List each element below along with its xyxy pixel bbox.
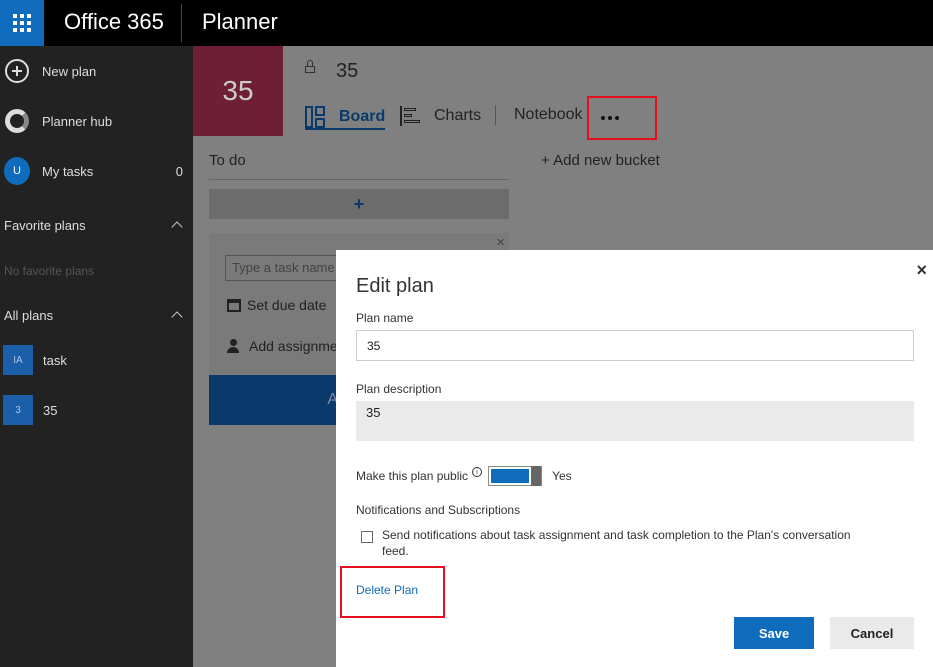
- new-plan-button[interactable]: New plan: [0, 56, 193, 86]
- header-divider: [181, 4, 182, 42]
- task-name-input[interactable]: Type a task name: [225, 255, 340, 281]
- plan-item-35[interactable]: 3 35: [0, 395, 193, 425]
- set-due-label: Set due date: [247, 297, 327, 313]
- charts-icon: [400, 106, 420, 126]
- all-plans-title: All plans: [4, 308, 54, 323]
- plan-badge: 35: [193, 46, 283, 136]
- lock-icon: [305, 60, 315, 73]
- more-icon: [601, 116, 619, 120]
- plan-name-input[interactable]: 35: [356, 330, 914, 361]
- plan-name-label: Plan name: [356, 311, 414, 325]
- cancel-button[interactable]: Cancel: [830, 617, 914, 649]
- tab-board-label: Board: [339, 108, 386, 125]
- public-state: Yes: [552, 469, 572, 483]
- bucket-title[interactable]: To do: [209, 152, 246, 169]
- add-bucket-button[interactable]: + Add new bucket: [541, 152, 660, 169]
- my-tasks-count: 0: [175, 163, 183, 179]
- close-icon[interactable]: ×: [916, 260, 927, 281]
- bucket-divider: [209, 179, 509, 180]
- plan-item-label: task: [43, 352, 67, 368]
- my-tasks-label: My tasks: [42, 163, 94, 179]
- plan-name: 35: [336, 60, 359, 82]
- top-bar: Office 365 Planner: [0, 0, 933, 46]
- my-tasks-link[interactable]: U My tasks 0: [0, 156, 193, 186]
- app-launcher-icon[interactable]: [0, 0, 44, 46]
- plan-description-label: Plan description: [356, 382, 442, 396]
- delete-plan-link[interactable]: Delete Plan: [356, 583, 418, 597]
- hub-icon: [5, 109, 29, 133]
- chevron-up-icon[interactable]: [171, 221, 183, 233]
- left-nav: New plan Planner hub U My tasks 0 Favori…: [0, 46, 193, 667]
- tab-notebook-label: Notebook: [514, 106, 583, 123]
- save-button[interactable]: Save: [734, 617, 814, 649]
- plan-description-input[interactable]: 35: [356, 401, 914, 441]
- new-plan-label: New plan: [42, 63, 97, 79]
- assign-label: Add assignme: [249, 338, 338, 354]
- tab-divider: [495, 105, 496, 125]
- edit-plan-dialog: × Edit plan Plan name 35 Plan descriptio…: [336, 250, 933, 667]
- add-task-button[interactable]: +: [209, 189, 509, 219]
- notifications-text: Send notifications about task assignment…: [382, 528, 851, 558]
- dialog-title: Edit plan: [356, 275, 434, 297]
- tab-charts[interactable]: Charts: [400, 106, 481, 126]
- public-label: Make this plan public: [356, 469, 469, 483]
- plan-tile: IA: [3, 345, 33, 375]
- person-add-icon: [227, 339, 241, 353]
- all-plans-header[interactable]: All plans: [4, 308, 189, 323]
- chevron-up-icon[interactable]: [171, 311, 183, 323]
- plan-item-label: 35: [43, 402, 58, 418]
- calendar-icon: [227, 298, 241, 312]
- set-due-date-button[interactable]: Set due date: [227, 297, 326, 313]
- info-icon[interactable]: i: [472, 467, 483, 477]
- suite-title[interactable]: Office 365: [64, 9, 164, 35]
- add-assignee-button[interactable]: Add assignme: [227, 338, 338, 354]
- favorite-plans-title: Favorite plans: [4, 218, 86, 233]
- plan-item-task[interactable]: IA task: [0, 345, 193, 375]
- favorite-plans-header[interactable]: Favorite plans: [4, 218, 189, 233]
- add-task-submit-button[interactable]: A: [209, 375, 338, 425]
- app-title[interactable]: Planner: [202, 9, 278, 35]
- planner-hub-link[interactable]: Planner hub: [0, 106, 193, 136]
- more-options-button[interactable]: [587, 96, 657, 140]
- notifications-label: Notifications and Subscriptions: [356, 503, 521, 517]
- board-icon: [305, 106, 327, 128]
- notifications-checkbox[interactable]: [361, 531, 373, 543]
- tab-charts-label: Charts: [434, 107, 482, 124]
- public-row: Make this plan public i Yes: [356, 466, 572, 486]
- avatar: U: [4, 157, 30, 185]
- tab-notebook[interactable]: Notebook: [514, 106, 583, 124]
- no-favorites-text: No favorite plans: [4, 264, 95, 278]
- close-icon[interactable]: ✕: [496, 236, 505, 249]
- planner-hub-label: Planner hub: [42, 113, 113, 129]
- add-circle-icon: [5, 59, 29, 83]
- tab-board[interactable]: Board: [305, 106, 386, 130]
- plan-tile: 3: [3, 395, 33, 425]
- public-toggle[interactable]: [488, 466, 543, 486]
